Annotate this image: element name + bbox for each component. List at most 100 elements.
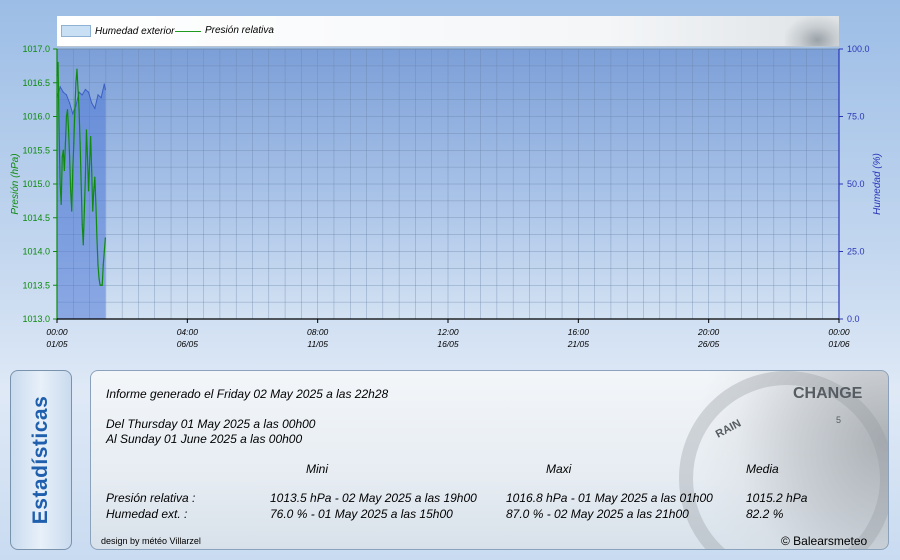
pressure-point bbox=[79, 142, 81, 145]
pressure-point bbox=[100, 284, 102, 286]
pressure-point bbox=[97, 264, 99, 266]
pressure-point bbox=[69, 156, 71, 158]
x-axis-tick-label-time: 16:00 bbox=[568, 327, 590, 337]
pressure-point bbox=[70, 190, 72, 192]
right-axis-tick-label: 75.0 bbox=[847, 112, 865, 122]
pressure-point bbox=[103, 250, 105, 253]
pressure-point bbox=[82, 244, 84, 246]
legend-item-pressure: Presión relativa bbox=[175, 25, 274, 36]
x-axis-tick-label-date: 11/05 bbox=[307, 339, 328, 349]
x-axis-tick-label-date: 01/06 bbox=[828, 339, 850, 349]
pressure-point bbox=[92, 210, 94, 212]
pressure-point bbox=[90, 136, 92, 138]
col-avg-header: Media bbox=[746, 462, 779, 476]
pressure-point bbox=[77, 88, 79, 91]
pressure-point bbox=[91, 169, 93, 172]
col-min-header: Mini bbox=[306, 462, 329, 476]
row-pressure-label: Presión relativa : bbox=[106, 491, 196, 505]
pressure-point bbox=[80, 183, 82, 185]
design-credit: design by météo Villarzel bbox=[101, 536, 201, 546]
left-axis-label: Presión (hPa) bbox=[10, 153, 21, 214]
pressure-point bbox=[72, 169, 74, 172]
pressure-point bbox=[94, 176, 96, 178]
pressure-point bbox=[101, 284, 103, 286]
pressure-point bbox=[61, 156, 63, 158]
pressure-point bbox=[67, 129, 70, 131]
left-axis-tick-label: 1016.5 bbox=[22, 78, 50, 88]
legend-item-humidity: Humedad exterior bbox=[61, 25, 174, 37]
stats-panel: CHANGE RAIN 5 Informe generado el Friday… bbox=[90, 370, 889, 550]
legend-humidity-label: Humedad exterior bbox=[95, 25, 175, 37]
humidity-point bbox=[72, 113, 74, 115]
humidity-point bbox=[103, 83, 105, 85]
pressure-point bbox=[57, 61, 59, 64]
left-axis-tick-label: 1017.0 bbox=[22, 44, 50, 54]
humidity-point bbox=[62, 91, 64, 93]
row-humidity-label: Humedad ext. : bbox=[106, 507, 188, 521]
report-generated: Informe generado el Friday 02 May 2025 a… bbox=[106, 387, 389, 401]
pressure-point bbox=[81, 223, 83, 226]
pressure-point bbox=[86, 156, 89, 158]
pressure-point bbox=[84, 176, 86, 178]
x-axis-tick-label-time: 04:00 bbox=[177, 327, 199, 337]
right-axis-tick-label: 100.0 bbox=[847, 44, 870, 54]
x-axis-tick-label-time: 08:00 bbox=[307, 327, 329, 337]
pressure-point bbox=[71, 210, 73, 212]
pressure-point bbox=[96, 237, 98, 239]
pressure-point bbox=[75, 82, 77, 84]
humidity-point bbox=[81, 94, 83, 96]
chart: 1013.0 1013.5 1014.0 1014.5 1015.0 1015.5 1016… bbox=[10, 44, 883, 349]
humidity-point bbox=[97, 94, 99, 96]
pressure-point bbox=[83, 210, 85, 212]
right-axis-label: Humedad (%) bbox=[872, 153, 883, 215]
pressure-point bbox=[102, 264, 104, 266]
barometer-number-text: 5 bbox=[836, 415, 842, 425]
humidity-point bbox=[100, 97, 102, 99]
col-max-header: Maxi bbox=[546, 462, 572, 476]
row-pressure-avg: 1015.2 hPa bbox=[746, 491, 808, 505]
humidity-point bbox=[59, 86, 61, 88]
humidity-swatch bbox=[61, 25, 91, 37]
humidity-point bbox=[87, 91, 90, 93]
humidity-point bbox=[91, 102, 93, 104]
stats-tab: Estadísticas bbox=[10, 370, 72, 550]
left-axis-tick-label: 1016.0 bbox=[22, 112, 50, 122]
humidity-point bbox=[84, 88, 86, 91]
pressure-point bbox=[88, 163, 91, 165]
pressure-point bbox=[95, 203, 97, 205]
row-pressure-max: 1016.8 hPa - 01 May 2025 a las 01h00 bbox=[506, 491, 713, 505]
pressure-point bbox=[98, 277, 100, 280]
pressure-point bbox=[93, 190, 95, 192]
left-axis-tick-label: 1014.5 bbox=[22, 213, 50, 223]
left-axis-tick-label: 1014.0 bbox=[22, 247, 50, 257]
pressure-point bbox=[66, 109, 69, 111]
pressure-point bbox=[59, 183, 61, 185]
row-humidity-avg: 82.2 % bbox=[746, 507, 784, 521]
right-axis-tick-label: 50.0 bbox=[847, 179, 865, 189]
x-axis-tick-label-date: 06/05 bbox=[177, 339, 199, 349]
pressure-point bbox=[74, 109, 76, 111]
x-axis-tick-label-date: 26/05 bbox=[697, 339, 720, 349]
right-axis-tick-label: 0.0 bbox=[847, 314, 860, 324]
right-axis-tick-label: 25.0 bbox=[847, 247, 865, 257]
pressure-point bbox=[85, 129, 88, 131]
pressure-point bbox=[104, 237, 106, 239]
pressure-point bbox=[62, 149, 64, 151]
chart-legend: Humedad exterior Presión relativa bbox=[57, 16, 839, 47]
pressure-point bbox=[99, 284, 101, 286]
x-axis-tick-label-time: 00:00 bbox=[828, 327, 850, 337]
humidity-point bbox=[69, 102, 71, 104]
x-axis-tick-label-date: 01/05 bbox=[46, 339, 68, 349]
pressure-point bbox=[73, 142, 75, 145]
pressure-point bbox=[76, 68, 78, 70]
x-axis-tick-label-time: 20:00 bbox=[697, 327, 720, 337]
left-axis-tick-label: 1013.5 bbox=[22, 280, 50, 290]
report-from: Del Thursday 01 May 2025 a las 00h00 bbox=[106, 417, 316, 431]
barometer-thumbnail-icon bbox=[785, 16, 839, 46]
left-axis-tick-label: 1015.0 bbox=[22, 179, 50, 189]
left-axis-tick-label: 1013.0 bbox=[22, 314, 50, 324]
stats-tab-label: Estadísticas bbox=[29, 395, 52, 525]
x-axis-tick-label-date: 16/05 bbox=[437, 339, 459, 349]
report-to: Al Sunday 01 June 2025 a las 00h00 bbox=[106, 432, 303, 446]
copyright: © Balearsmeteo bbox=[781, 534, 868, 548]
